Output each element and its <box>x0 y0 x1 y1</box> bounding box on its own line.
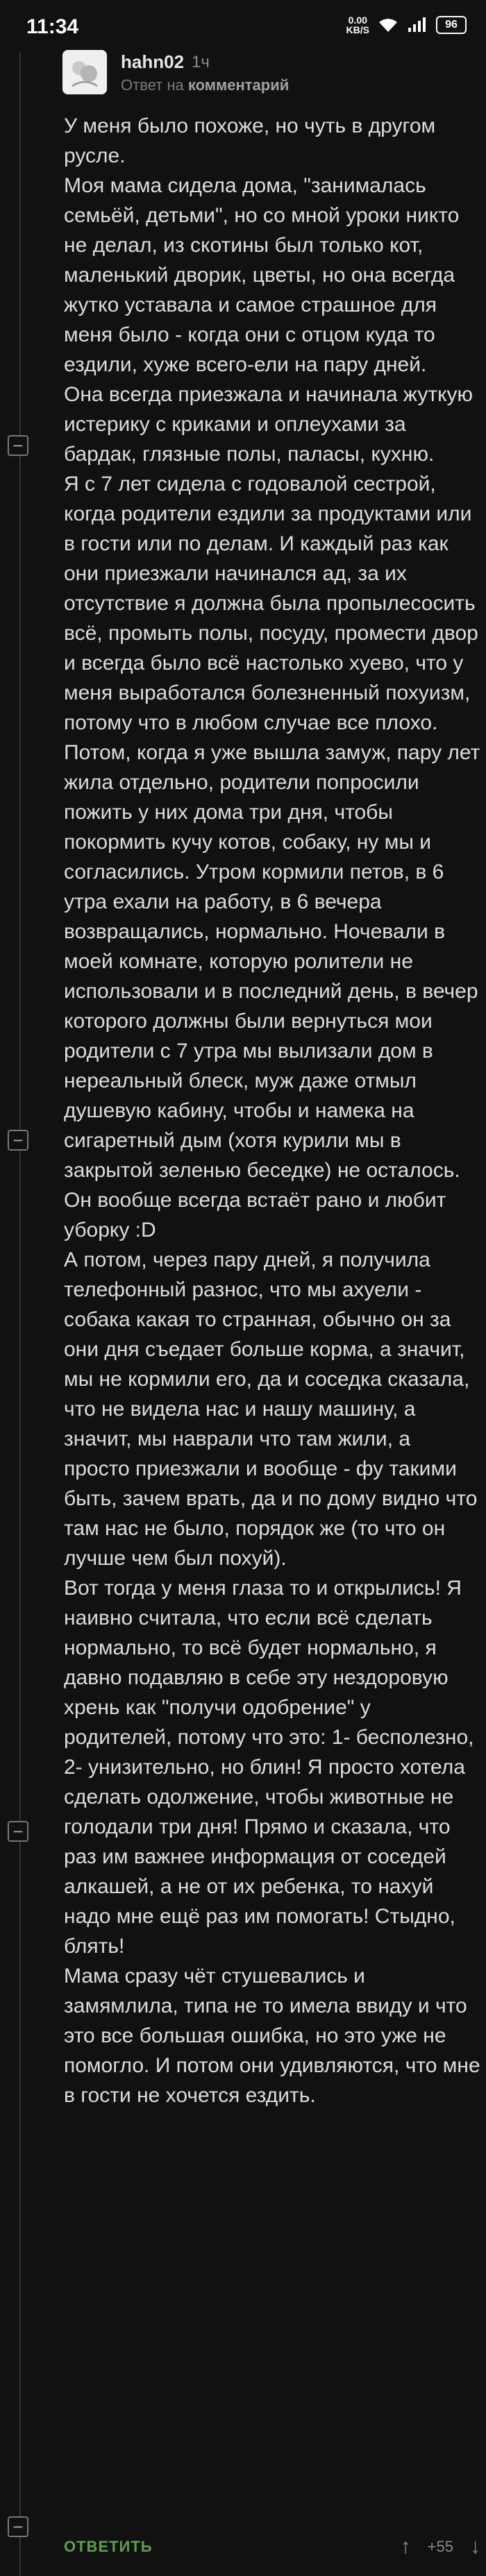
signal-icon <box>408 17 426 32</box>
reply-to-info: Ответ на комментарий <box>121 76 290 94</box>
collapse-thread-button[interactable]: − <box>8 1821 28 1842</box>
username[interactable]: hahn02 <box>121 51 184 73</box>
arrow-up-icon[interactable]: ↑ <box>401 2535 411 2559</box>
status-icons: 0.00 KB/S 96 <box>346 15 467 35</box>
collapse-thread-button[interactable]: − <box>8 435 28 456</box>
vote-controls: ↑ +55 ↓ <box>401 2535 480 2559</box>
comment-time: 1ч <box>192 53 210 71</box>
avatar[interactable] <box>62 50 107 94</box>
collapse-thread-button[interactable]: − <box>8 1130 28 1151</box>
comment-actions: ОТВЕТИТЬ ↑ +55 ↓ <box>64 2526 480 2568</box>
thread-line[interactable] <box>19 52 21 2576</box>
status-bar: 11:34 0.00 KB/S 96 <box>0 0 486 56</box>
reply-button[interactable]: ОТВЕТИТЬ <box>64 2538 153 2556</box>
comment-text: У меня было похоже, но чуть в другом рус… <box>64 115 480 2107</box>
battery-icon: 96 <box>436 16 467 34</box>
comment-score: +55 <box>427 2538 453 2555</box>
reply-to-link[interactable]: комментарий <box>188 76 289 94</box>
avatar-image <box>62 50 107 94</box>
network-speed: 0.00 KB/S <box>346 15 369 35</box>
comment-header: hahn02 1ч Ответ на комментарий <box>62 50 451 99</box>
collapse-thread-button[interactable]: − <box>8 2516 28 2537</box>
status-time: 11:34 <box>26 15 79 38</box>
arrow-down-icon[interactable]: ↓ <box>470 2535 480 2559</box>
wifi-icon <box>379 19 397 32</box>
